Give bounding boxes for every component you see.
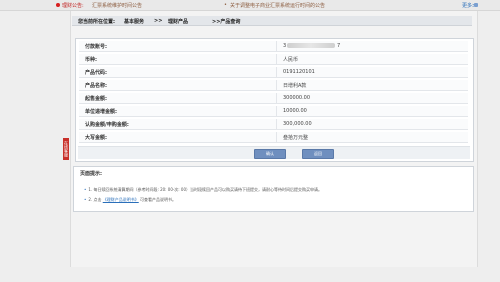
top-notice-bar: 理财公告: 汇票系统维护时间公告 • 关于调整电子商业汇票系统运行时间的公告 更… [0,0,500,11]
form-row-product-code: 产品代码: 0191120101 [79,67,468,78]
amount-words-label: 大写金额: [85,135,107,141]
row-divider [276,67,277,77]
form-row-account: 付款账号: 3 7 [79,41,468,52]
notice-bullet: • [224,2,227,8]
masked-account [287,43,335,48]
breadcrumb: 您当前所在位置: 基本服务 >> 理财产品 >>产品查询 [72,16,472,26]
product-code-label: 产品代码: [85,70,107,76]
form-row-amount-in-words: 大写金额: 叁拾万元整 [79,132,468,143]
tip-line-2-prefix: 2. 点击 [88,197,102,202]
currency-label: 币种: [85,57,97,63]
breadcrumb-separator: >> [154,18,163,24]
product-name-value: 日增利A款 [283,83,307,89]
row-divider [276,80,277,90]
notice-label: 理财公告: [62,3,84,9]
online-service-tab[interactable]: 在线客服 [63,138,69,160]
tip-line-2-suffix: 可查看产品说明书。 [140,197,177,202]
account-label: 付款账号: [85,44,107,50]
amount-words-value: 叁拾万元整 [283,135,309,141]
account-value: 3 [283,43,287,49]
form-row-currency: 币种: 人民币 [79,54,468,65]
notice-link-2[interactable]: 关于调整电子商业汇票系统运行时间的公告 [230,2,325,9]
tips-title: 页面提示: [80,171,102,177]
bullet-icon: • [84,187,87,192]
tip-line-2: • 2. 点击 《理财产品说明书》 可查看产品说明书。 [84,197,176,203]
row-divider [276,106,277,116]
breadcrumb-wealth-products[interactable]: 理财产品 [168,18,188,25]
tip-line-1: • 1. 每日赎回系统清算期间（参考时间段: 20: 00-次: 00）当时段赎回… [84,187,322,193]
back-button[interactable]: 返回 [302,149,334,159]
row-divider [276,41,277,51]
more-icon[interactable] [474,3,478,7]
row-divider [276,93,277,103]
breadcrumb-product-query: >>产品查询 [212,19,241,25]
increment-value: 10000.00 [283,108,307,114]
currency-value: 人民币 [283,57,299,63]
breadcrumb-prefix: 您当前所在位置: [78,19,116,25]
row-divider [276,54,277,64]
bullet-icon: • [84,197,87,202]
increment-label: 单位递增金额: [85,109,118,115]
product-manual-link[interactable]: 《理财产品说明书》 [103,197,139,202]
form-row-subscribe-amount: 认购金额/申购金额: 300,000.00 [79,119,468,130]
purchase-form: 付款账号: 3 7 币种: 人民币 产品代码: 0191120101 产品名称:… [75,38,474,162]
row-divider [276,119,277,129]
account-tail: 7 [337,43,341,49]
form-button-bar: 确认 返回 [78,146,470,159]
tip-line-1-text: 1. 每日赎回系统清算期间（参考时间段: 20: 00-次: 00）当时段赎回产… [88,187,323,192]
page-tips: 页面提示: • 1. 每日赎回系统清算期间（参考时间段: 20: 00-次: 00… [73,166,474,212]
breadcrumb-basic-service[interactable]: 基本服务 [124,18,144,25]
form-row-increment: 单位递增金额: 10000.00 [79,106,468,117]
product-code-value: 0191120101 [283,69,315,75]
form-row-product-name: 产品名称: 日增利A款 [79,80,468,91]
confirm-button[interactable]: 确认 [254,149,286,159]
row-divider [276,132,277,142]
form-row-min-amount: 起售金额: 300000.00 [79,93,468,104]
notice-icon [56,3,60,7]
subscribe-amount-label: 认购金额/申购金额: [85,122,129,128]
subscribe-amount-value: 300,000.00 [283,121,312,127]
min-amount-label: 起售金额: [85,96,107,102]
product-name-label: 产品名称: [85,83,107,89]
notice-link-1[interactable]: 汇票系统维护时间公告 [92,2,142,9]
min-amount-value: 300000.00 [283,95,311,101]
